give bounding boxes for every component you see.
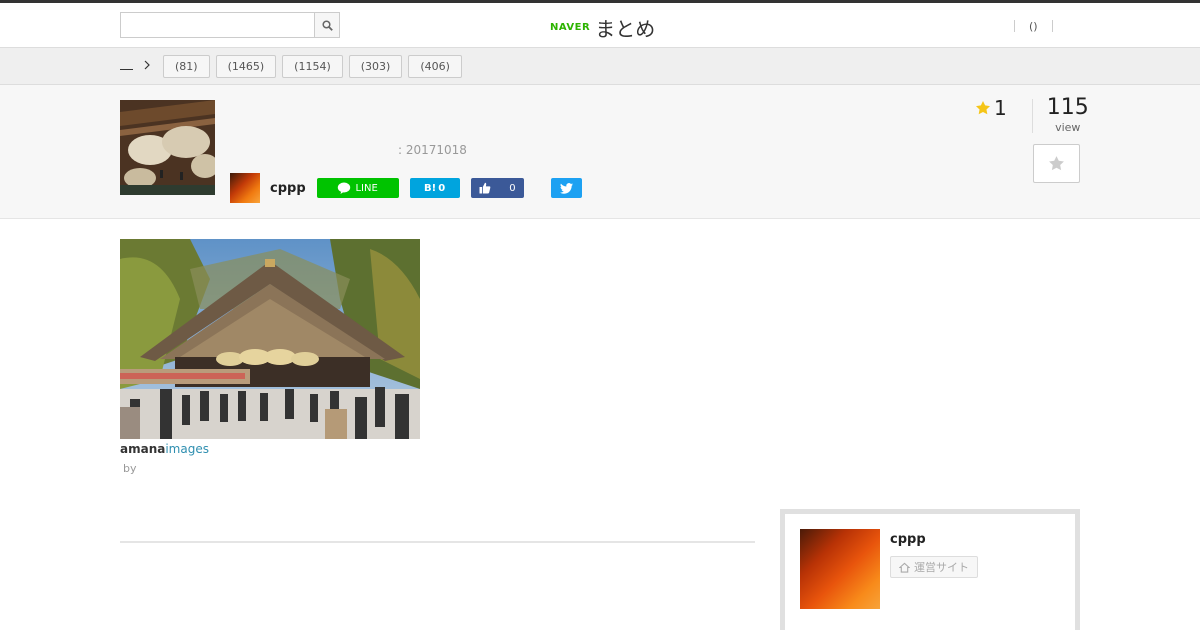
author-avatar[interactable] [230, 173, 260, 203]
article-thumbnail [120, 100, 215, 195]
category-chip[interactable]: (406) [408, 55, 462, 78]
search-icon [321, 19, 333, 31]
logo-matome-text: まとめ [595, 17, 656, 41]
search-box [120, 12, 340, 38]
profile-avatar[interactable] [800, 529, 880, 609]
credit-images: images [165, 442, 209, 456]
operated-site-label: 運営サイト [914, 561, 969, 574]
image-credit[interactable]: amanaimages [120, 442, 209, 456]
user-links: () [1014, 19, 1053, 33]
naver-matome-logo[interactable]: NAVER まとめ [550, 13, 655, 42]
shimenawa-illustration [120, 100, 215, 195]
search-input[interactable] [121, 13, 314, 37]
add-favorite-button[interactable] [1033, 144, 1080, 183]
category-bar: (81) (1465) (1154) (303) (406) [0, 48, 1200, 85]
category-chips: (81) (1465) (1154) (303) (406) [163, 55, 468, 78]
hatena-bookmark-button[interactable]: B! 0 [409, 178, 460, 198]
category-chip[interactable]: (1154) [282, 55, 343, 78]
login-link[interactable]: () [1015, 20, 1052, 33]
category-chip[interactable]: (303) [348, 55, 403, 78]
line-icon [338, 182, 351, 194]
view-count: 115 view [1047, 95, 1089, 134]
credit-amana: amana [120, 442, 166, 456]
profile-name[interactable]: cppp [890, 532, 926, 547]
home-icon [899, 562, 910, 573]
article-header: : 20171018 cppp LINE B! 0 0 1 115 view [0, 85, 1200, 219]
search-button[interactable] [314, 13, 339, 37]
author-profile-card: cppp 運営サイト [780, 509, 1080, 630]
author-row: cppp LINE B! 0 0 [230, 173, 593, 203]
shrine-photo [120, 239, 420, 439]
shrine-illustration [120, 239, 420, 439]
author-name[interactable]: cppp [270, 181, 306, 196]
breadcrumb [120, 59, 153, 71]
facebook-like-button[interactable]: 0 [470, 178, 524, 198]
content-divider [120, 541, 755, 543]
line-share-button[interactable]: LINE [316, 178, 399, 198]
breadcrumb-home-link[interactable] [120, 60, 133, 70]
view-number: 115 [1046, 95, 1089, 120]
category-chip[interactable]: (1465) [215, 55, 277, 78]
twitter-bird-icon [559, 182, 573, 194]
star-icon [976, 101, 990, 115]
star-outline-icon [1049, 156, 1064, 171]
twitter-share-button[interactable] [550, 178, 582, 198]
hatena-count: 0 [438, 182, 446, 194]
view-label: view [1055, 121, 1081, 134]
photo-by-label: by [123, 462, 137, 475]
facebook-like-count: 0 [509, 182, 516, 194]
favorite-count: 1 [975, 95, 1007, 121]
favorite-number: 1 [994, 96, 1007, 120]
thumbs-up-icon [479, 182, 490, 194]
hatena-label: B! [424, 182, 437, 194]
operated-site-button[interactable]: 運営サイト [890, 556, 978, 578]
logo-naver-text: NAVER [550, 22, 591, 33]
category-chip[interactable]: (81) [163, 55, 210, 78]
line-share-label: LINE [355, 182, 378, 194]
article-stats: 1 115 view [975, 95, 1089, 134]
chevron-right-icon [144, 60, 150, 70]
update-date: : 20171018 [398, 143, 467, 157]
divider [1051, 20, 1053, 32]
divider [1031, 99, 1033, 133]
top-bar: NAVER まとめ () [0, 0, 1200, 48]
